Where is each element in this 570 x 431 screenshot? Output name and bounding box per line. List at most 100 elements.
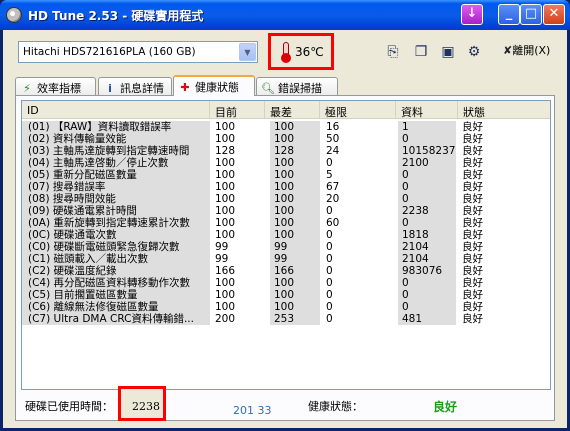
cell-worst: 100 xyxy=(270,193,320,205)
cell-id: (08) 搜尋時間效能 xyxy=(22,193,210,205)
cell-status: 良好 xyxy=(462,181,483,193)
cell-id: (04) 主軸馬達啓動／停止次數 xyxy=(22,157,210,169)
copy-screenshot-icon[interactable]: ❐ xyxy=(412,43,430,61)
cell-id: (C6) 離線無法修復磁區數量 xyxy=(22,301,210,313)
footer-counter: 201 33 xyxy=(233,404,272,417)
cell-worst: 128 xyxy=(270,145,320,157)
tab-error-scan[interactable]: 🔍︎ 錯誤掃描 xyxy=(256,77,338,95)
smart-attribute-list[interactable]: ID 目前 最差 極限 資料 狀態 (01) 【RAW】資料讀取錯誤率 100 10… xyxy=(21,100,551,390)
cell-worst: 100 xyxy=(270,301,320,313)
table-row[interactable]: (01) 【RAW】資料讀取錯誤率 100 100 16 1 良好 xyxy=(22,121,550,133)
cell-status: 良好 xyxy=(462,301,483,313)
copy-text-icon[interactable]: ⎘ xyxy=(384,43,402,61)
cell-data: 0 xyxy=(398,181,456,193)
cell-data: 0 xyxy=(398,133,456,145)
cell-current: 100 xyxy=(215,181,236,193)
cell-current: 200 xyxy=(215,313,236,325)
cell-id: (02) 資料傳輸量效能 xyxy=(22,133,210,145)
exit-label: 離開(X) xyxy=(512,44,551,57)
options-icon[interactable]: ⚙ xyxy=(465,43,483,61)
table-row[interactable]: (0A) 重新旋轉到指定轉速累計次數 100 100 60 0 良好 xyxy=(22,217,550,229)
tab-benchmark[interactable]: ⚡ 效率指標 xyxy=(15,77,96,95)
cell-threshold: 16 xyxy=(326,121,340,133)
cell-threshold: 20 xyxy=(326,193,340,205)
cell-id: (C1) 磁頭載入／載出次數 xyxy=(22,253,210,265)
cell-data: 983076 xyxy=(398,265,456,277)
drive-dropdown[interactable]: Hitachi HDS721616PLA (160 GB) ▼ xyxy=(18,41,258,63)
cell-current: 128 xyxy=(215,145,236,157)
cell-data: 1 xyxy=(398,121,456,133)
cell-current: 99 xyxy=(215,241,229,253)
column-header-worst[interactable]: 最差 xyxy=(265,101,320,119)
cell-current: 100 xyxy=(215,193,236,205)
cell-data: 0 xyxy=(398,277,456,289)
cell-status: 良好 xyxy=(462,169,483,181)
table-row[interactable]: (02) 資料傳輸量效能 100 100 50 0 良好 xyxy=(22,133,550,145)
cell-threshold: 0 xyxy=(326,301,333,313)
table-row[interactable]: (03) 主軸馬達旋轉到指定轉速時間 128 128 24 10158237 良好 xyxy=(22,145,550,157)
table-row[interactable]: (C7) Ultra DMA CRC資料傳輸錯... 200 253 0 481 良好 xyxy=(22,313,550,325)
table-row[interactable]: (09) 硬碟通電累計時間 100 100 0 2238 良好 xyxy=(22,205,550,217)
cell-worst: 100 xyxy=(270,277,320,289)
table-row[interactable]: (0C) 硬碟通電次數 100 100 0 1818 良好 xyxy=(22,229,550,241)
tab-info[interactable]: i 訊息詳情 xyxy=(98,77,172,95)
cell-current: 100 xyxy=(215,169,236,181)
cell-status: 良好 xyxy=(462,289,483,301)
cell-current: 100 xyxy=(215,205,236,217)
table-row[interactable]: (C0) 硬碟斷電磁頭緊急復歸次數 99 99 0 2104 良好 xyxy=(22,241,550,253)
column-header-current[interactable]: 目前 xyxy=(210,101,265,119)
download-icon[interactable]: ↓ xyxy=(461,4,483,25)
cell-worst: 100 xyxy=(270,289,320,301)
maximize-button[interactable]: □ xyxy=(520,4,542,25)
benchmark-icon: ⚡ xyxy=(23,82,31,95)
drive-dropdown-value: Hitachi HDS721616PLA (160 GB) xyxy=(23,46,196,58)
cell-threshold: 60 xyxy=(326,217,340,229)
cell-id: (C4) 再分配磁區資料轉移動作次數 xyxy=(22,277,210,289)
temperature-value: 36℃ xyxy=(295,45,324,59)
cell-worst: 100 xyxy=(270,205,320,217)
chevron-down-icon[interactable]: ▼ xyxy=(239,43,256,61)
table-row[interactable]: (07) 搜尋錯誤率 100 100 67 0 良好 xyxy=(22,181,550,193)
cell-current: 99 xyxy=(215,253,229,265)
cell-id: (C0) 硬碟斷電磁頭緊急復歸次數 xyxy=(22,241,210,253)
table-row[interactable]: (C5) 目前擱置磁區數量 100 100 0 0 良好 xyxy=(22,289,550,301)
table-row[interactable]: (C6) 離線無法修復磁區數量 100 100 0 0 良好 xyxy=(22,301,550,313)
cell-worst: 100 xyxy=(270,181,320,193)
cell-threshold: 0 xyxy=(326,289,333,301)
table-row[interactable]: (04) 主軸馬達啓動／停止次數 100 100 0 2100 良好 xyxy=(22,157,550,169)
cell-worst: 100 xyxy=(270,157,320,169)
cell-status: 良好 xyxy=(462,253,483,265)
column-header-data[interactable]: 資料 xyxy=(396,101,458,119)
column-header-threshold[interactable]: 極限 xyxy=(320,101,396,119)
tab-health[interactable]: ✚ 健康狀態 xyxy=(173,75,255,96)
title-bar[interactable]: HD Tune 2.53 - 硬碟實用程式 ↓ _ □ ✕ xyxy=(0,0,570,30)
cell-data: 1818 xyxy=(398,229,456,241)
cell-threshold: 0 xyxy=(326,229,333,241)
window-title: HD Tune 2.53 - 硬碟實用程式 xyxy=(28,9,204,23)
cell-data: 2104 xyxy=(398,253,456,265)
cell-data: 0 xyxy=(398,301,456,313)
cell-data: 2100 xyxy=(398,157,456,169)
cell-id: (C5) 目前擱置磁區數量 xyxy=(22,289,210,301)
cell-id: (0A) 重新旋轉到指定轉速累計次數 xyxy=(22,217,210,229)
table-row[interactable]: (C4) 再分配磁區資料轉移動作次數 100 100 0 0 良好 xyxy=(22,277,550,289)
column-header-status[interactable]: 狀態 xyxy=(458,101,550,119)
cell-threshold: 5 xyxy=(326,169,333,181)
close-button[interactable]: ✕ xyxy=(543,4,565,25)
thermometer-icon xyxy=(281,42,291,63)
cell-current: 100 xyxy=(215,289,236,301)
cell-worst: 253 xyxy=(270,313,320,325)
cell-threshold: 67 xyxy=(326,181,340,193)
power-on-hours-label: 硬碟已使用時間： xyxy=(25,400,113,413)
column-header-id[interactable]: ID xyxy=(22,101,210,119)
table-row[interactable]: (05) 重新分配磁區數量 100 100 5 0 良好 xyxy=(22,169,550,181)
save-icon[interactable]: ▣ xyxy=(439,43,457,61)
minimize-button[interactable]: _ xyxy=(498,4,520,25)
table-row[interactable]: (C1) 磁頭載入／載出次數 99 99 0 2104 良好 xyxy=(22,253,550,265)
cell-data: 0 xyxy=(398,169,456,181)
exit-button[interactable]: ✘離開(X) xyxy=(503,42,553,62)
table-row[interactable]: (C2) 硬碟溫度紀錄 166 166 0 983076 良好 xyxy=(22,265,550,277)
cell-status: 良好 xyxy=(462,229,483,241)
table-row[interactable]: (08) 搜尋時間效能 100 100 20 0 良好 xyxy=(22,193,550,205)
hdtune-app-icon xyxy=(6,7,22,23)
